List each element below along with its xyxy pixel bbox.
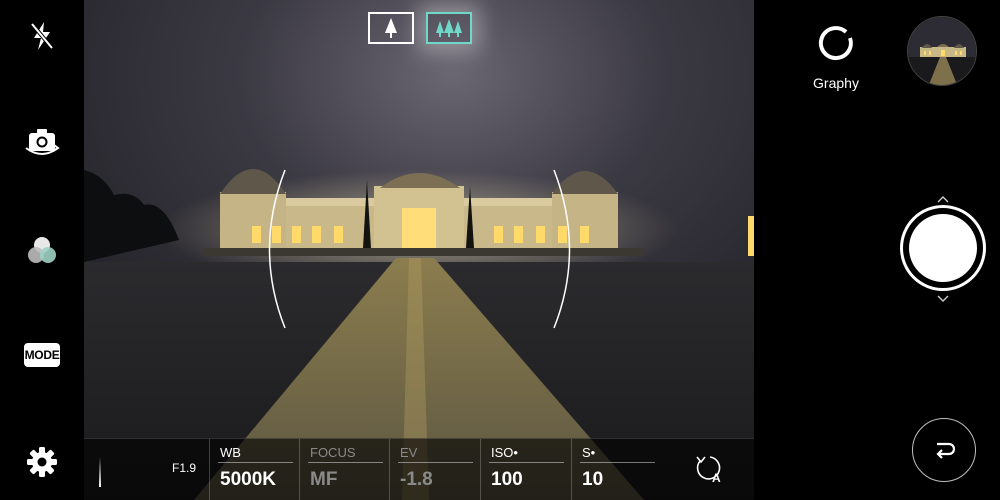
wide-lens-button[interactable] xyxy=(426,12,472,44)
param-divider xyxy=(580,462,655,463)
param-label: EV xyxy=(400,445,418,460)
left-toolbar: MODE xyxy=(0,0,84,500)
param-divider xyxy=(398,462,473,463)
chevron-up-icon[interactable] xyxy=(936,194,950,204)
graphy-label: Graphy xyxy=(813,75,859,91)
single-tree-icon xyxy=(385,18,397,38)
lens-selector xyxy=(368,12,472,44)
param-value: 10 xyxy=(582,469,604,490)
auto-reset-icon[interactable]: A xyxy=(692,451,726,485)
param-divider xyxy=(489,462,564,463)
viewfinder[interactable] xyxy=(84,0,754,500)
gallery-thumbnail[interactable] xyxy=(907,16,977,86)
standard-lens-button[interactable] xyxy=(368,12,414,44)
shutter-inner xyxy=(909,214,977,282)
param-value: MF xyxy=(310,469,338,490)
camera-switch-icon[interactable] xyxy=(22,122,62,162)
shutter-button[interactable] xyxy=(900,205,986,291)
param-wb[interactable]: WB 5000K xyxy=(209,439,299,500)
param-iso[interactable]: ISO• 100 xyxy=(480,439,570,500)
param-s[interactable]: S• 10 xyxy=(571,439,661,500)
param-focus[interactable]: FOCUS MF xyxy=(299,439,389,500)
graphy-button[interactable]: Graphy xyxy=(808,24,864,91)
gear-icon[interactable] xyxy=(22,442,62,482)
auto-label: A xyxy=(712,471,721,485)
graphy-icon xyxy=(818,26,853,61)
aperture-value: F1.9 xyxy=(172,461,197,475)
right-toolbar: Graphy xyxy=(754,0,1000,500)
manual-controls-bar: F1.9 WB 5000K FOCUS MF EV -1.8 ISO• 100 S• 10 A xyxy=(84,438,754,500)
param-label: FOCUS xyxy=(310,445,356,460)
chevron-down-icon[interactable] xyxy=(936,294,950,304)
observatory-scene xyxy=(84,0,754,500)
back-arrow-icon xyxy=(936,442,956,459)
param-value: -1.8 xyxy=(400,469,433,490)
back-button[interactable] xyxy=(912,418,976,482)
param-label: WB xyxy=(220,445,241,460)
mode-button[interactable]: MODE xyxy=(22,335,62,375)
focus-slider-icon[interactable] xyxy=(94,455,106,489)
param-value: 5000K xyxy=(220,469,276,490)
filter-icon[interactable] xyxy=(22,230,62,270)
mode-label: MODE xyxy=(24,343,60,367)
param-value: 100 xyxy=(491,469,523,490)
param-ev[interactable]: EV -1.8 xyxy=(389,439,479,500)
param-label: ISO• xyxy=(491,445,518,460)
flash-off-icon[interactable] xyxy=(22,16,62,56)
param-label: S• xyxy=(582,445,596,460)
param-divider xyxy=(308,462,383,463)
triple-tree-icon xyxy=(436,19,462,37)
param-divider xyxy=(218,462,293,463)
